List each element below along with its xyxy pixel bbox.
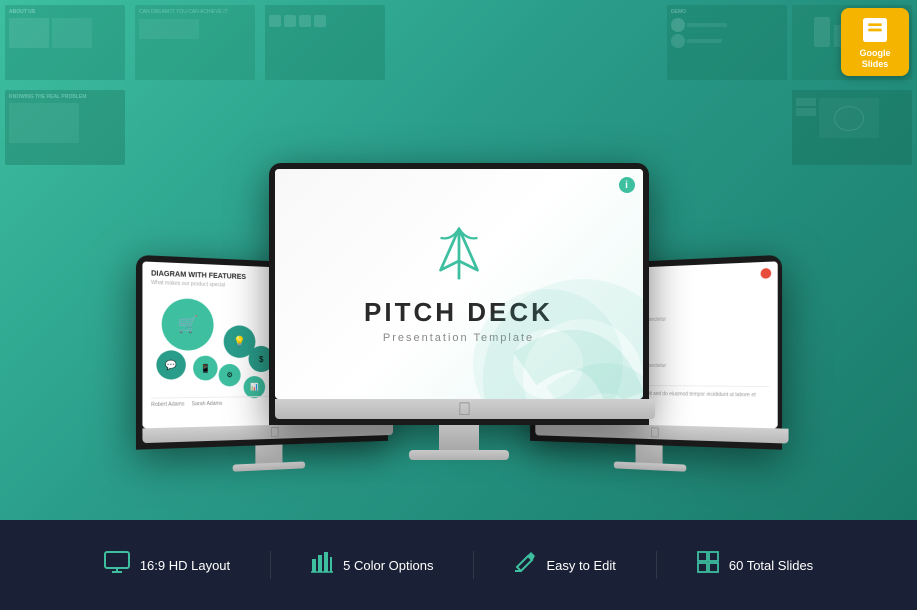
pitch-deck-logo-svg — [429, 224, 489, 284]
monitor-center-chin:  — [275, 399, 655, 419]
feature-icon-3 — [514, 551, 536, 579]
feature-icon-2 — [311, 551, 333, 579]
feature-item-1: 16:9 HD Layout — [64, 551, 271, 579]
monitor-center-stand-neck — [439, 425, 479, 450]
diagram-circle-2: 📱 — [193, 356, 218, 381]
google-slides-badge: Google Slides — [841, 8, 909, 76]
feature-label-3: Easy to Edit — [546, 558, 615, 573]
diagram-circle-6: 📊 — [243, 376, 265, 398]
easy-to-edit-icon — [514, 551, 536, 573]
hd-layout-icon — [104, 551, 130, 573]
feature-icon-1 — [104, 551, 130, 579]
slide-center-content: i PITCH DECK Present — [275, 169, 643, 399]
google-slides-label: Google — [860, 48, 891, 59]
total-slides-icon — [697, 551, 719, 573]
feature-label-2: 5 Color Options — [343, 558, 433, 573]
monitor-left-stand-base — [232, 461, 304, 471]
diagram-circle-1: 💬 — [156, 350, 185, 379]
monitors-container: DIAGRAM WITH FEATURES What makes our pro… — [0, 0, 917, 520]
google-slides-label2: Slides — [862, 59, 889, 70]
feature-item-3: Easy to Edit — [474, 551, 656, 579]
monitor-center-screen-outer: i PITCH DECK Present — [269, 163, 649, 425]
feature-icon-4 — [697, 551, 719, 579]
monitor-center: i PITCH DECK Present — [269, 163, 649, 460]
monitor-center-stand-base — [409, 450, 509, 460]
feature-item-4: 60 Total Slides — [657, 551, 853, 579]
apple-logo-right:  — [649, 425, 659, 439]
info-dot: i — [619, 177, 635, 193]
google-slides-icon — [859, 14, 891, 46]
main-area: ABOUT US CAN DREAM IT YOU CAN ACHIEVE IT — [0, 0, 917, 520]
bottom-bar: 16:9 HD Layout 5 Color Options Easy — [0, 520, 917, 610]
apple-logo-center:  — [458, 400, 472, 418]
feature-label-4: 60 Total Slides — [729, 558, 813, 573]
slide-right-dot — [760, 268, 771, 279]
feature-item-2: 5 Color Options — [271, 551, 474, 579]
diagram-circle-4: ⚙ — [218, 364, 240, 386]
monitor-right-stand-base — [613, 461, 685, 471]
monitor-center-screen-inner: i PITCH DECK Present — [275, 169, 643, 399]
color-options-icon — [311, 551, 333, 573]
slide-logo — [429, 224, 489, 289]
feature-label-1: 16:9 HD Layout — [140, 558, 230, 573]
diagram-circle-main: 🛒 — [161, 298, 213, 351]
